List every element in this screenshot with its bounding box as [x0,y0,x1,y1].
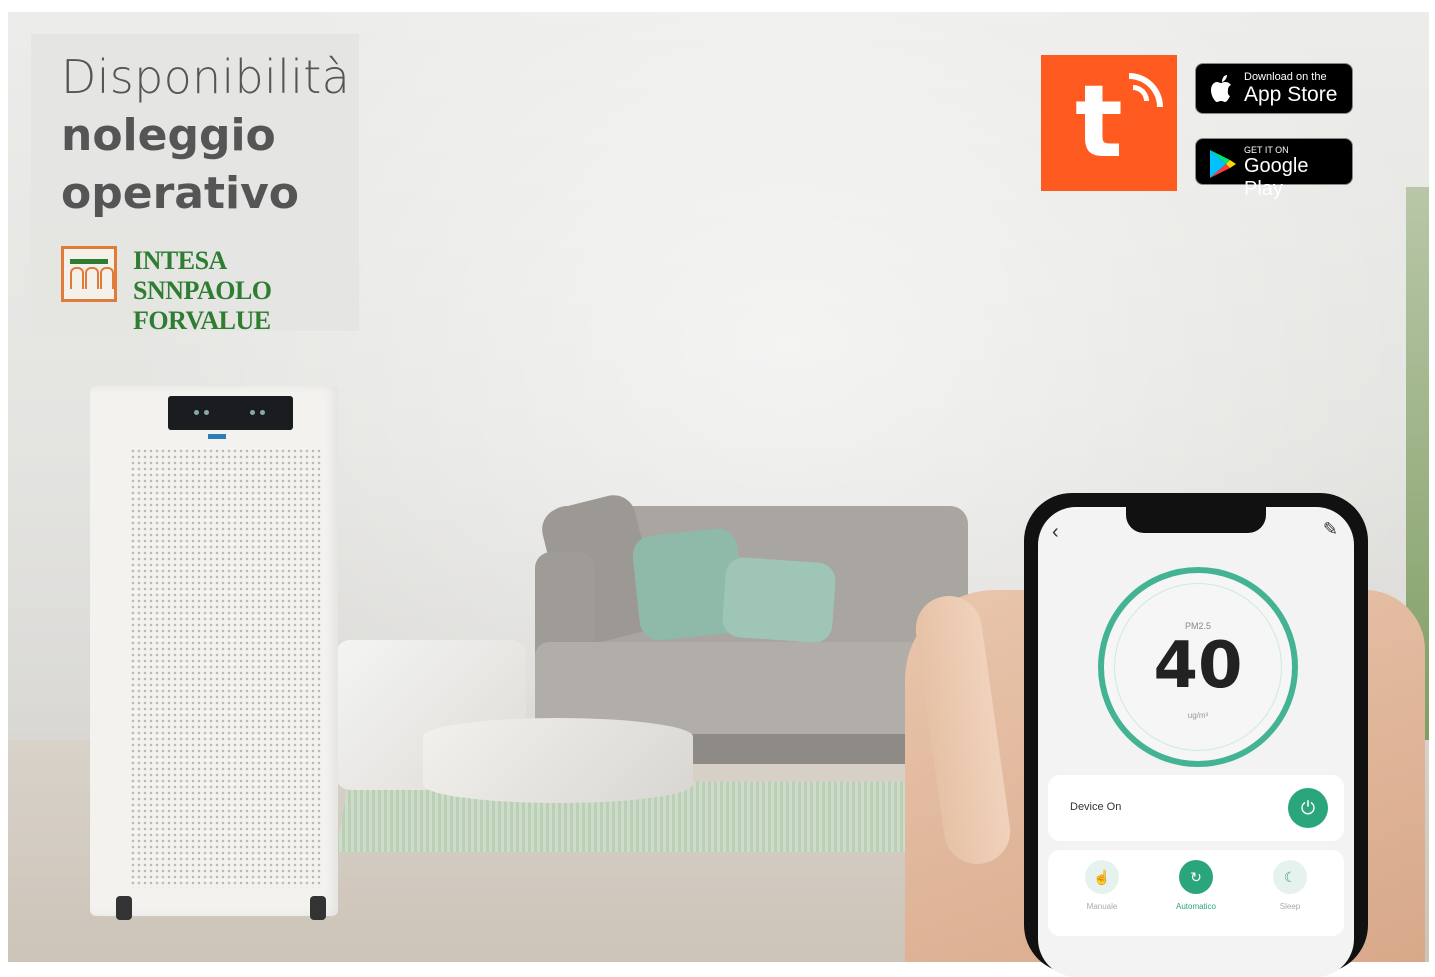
app-screen: ‹ ✎ PM2.5 40 ug/m³ Device On ⏻ ☝ Manuale… [1038,507,1354,977]
rental-line: noleggio [61,110,276,161]
tuya-t-glyph: t [1075,63,1123,180]
google-play-badge[interactable]: GET IT ON Google Play [1195,138,1353,200]
availability-text: Disponibilità [61,50,351,104]
bank-name-line: FORVALUE [133,306,271,335]
moon-icon: ☾ [1273,860,1307,894]
mode-automatic[interactable]: ↻ Automatico [1156,860,1236,911]
app-store-badge[interactable]: Download on the App Store [1195,63,1353,114]
marble-coffee-table [423,718,693,803]
edit-icon[interactable]: ✎ [1323,519,1338,540]
back-icon[interactable]: ‹ [1052,521,1059,544]
apple-icon [1211,75,1231,102]
rental-info-card: Disponibilità noleggio operativo INTESA … [31,34,359,335]
air-grille [130,448,322,888]
bank-logo-icon [61,246,117,302]
wheel [116,896,132,920]
pm25-gauge: PM2.5 40 ug/m³ [1098,567,1298,767]
power-button[interactable]: ⏻ [1288,788,1328,828]
phone-notch [1126,507,1266,533]
control-panel [168,396,293,430]
mode-manual[interactable]: ☝ Manuale [1062,860,1142,911]
mode-sleep[interactable]: ☾ Sleep [1250,860,1330,911]
wheel [310,896,326,920]
google-play-icon [1210,150,1236,178]
rental-line: operativo [61,168,299,219]
bank-logo: INTESA SNNPAOLO FORVALUE [61,246,331,335]
mode-label: Manuale [1086,902,1118,911]
air-purifier [90,386,338,920]
bank-name-line: INTESA SNNPAOLO [133,246,272,305]
smartphone: ‹ ✎ PM2.5 40 ug/m³ Device On ⏻ ☝ Manuale… [1024,493,1368,977]
store-big-text: Google Play [1244,155,1309,200]
device-status-label: Device On [1070,801,1122,813]
auto-icon: ↻ [1179,860,1213,894]
bank-name: INTESA SNNPAOLO FORVALUE [133,246,331,336]
rental-title: noleggio operativo [61,107,299,223]
pm25-unit: ug/m³ [1187,711,1209,720]
store-small-text: Download on the [1244,71,1327,83]
mode-selector: ☝ Manuale ↻ Automatico ☾ Sleep [1048,850,1344,936]
store-small-text: GET IT ON [1244,145,1289,155]
pm25-value: 40 [1153,629,1243,703]
device-status-card: Device On ⏻ [1048,775,1344,841]
tuya-app-icon[interactable]: t [1041,55,1177,191]
mode-label: Sleep [1279,902,1301,911]
mode-label: Automatico [1175,902,1217,911]
brand-badge [208,434,226,439]
hand-icon: ☝ [1085,860,1119,894]
store-big-text: App Store [1244,83,1338,106]
pillow-green [721,556,837,644]
